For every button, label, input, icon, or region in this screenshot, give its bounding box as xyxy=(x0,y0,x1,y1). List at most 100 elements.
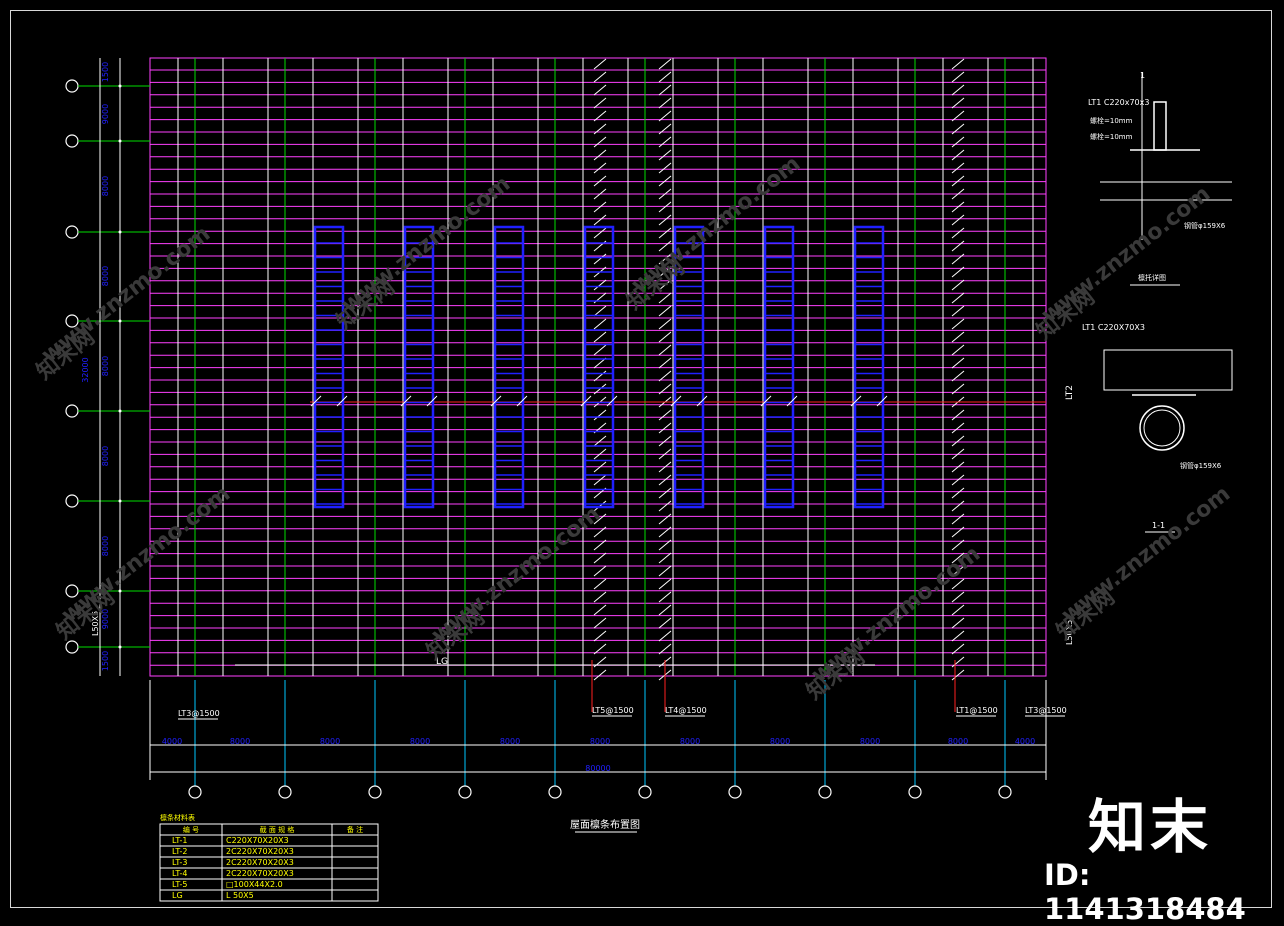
tie-hatch xyxy=(593,578,607,590)
schedule-table: 檩条材料表编 号 截 面 规 格 备 注 LT-1 C220X70X20X3 LT-2 2C… xyxy=(159,813,379,902)
axis-bubble-bottom xyxy=(368,785,382,799)
tie-hatch xyxy=(951,58,965,70)
schedule-cell: □100X44X2.0 xyxy=(226,880,283,889)
left-dim-text: 8000 xyxy=(101,356,110,376)
bottom-dim-text: 8000 xyxy=(860,737,880,746)
left-dim-text: 1500 xyxy=(101,62,110,82)
schedule-cell: LT-5 xyxy=(172,880,187,889)
detail2-purlin xyxy=(1103,349,1233,391)
tie-hatch xyxy=(951,617,965,629)
tie-hatch xyxy=(658,227,672,239)
tie-hatch xyxy=(658,136,672,148)
plan-outline xyxy=(149,57,1047,677)
tie-hatch xyxy=(658,214,672,226)
schedule-cell: C220X70X20X3 xyxy=(226,836,289,845)
schedule-cell: 2C220X70X20X3 xyxy=(226,858,294,867)
tie-hatch xyxy=(658,500,672,512)
tie-hatch xyxy=(593,162,607,174)
tie-hatch xyxy=(951,162,965,174)
tie-hatch xyxy=(951,214,965,226)
tie-hatch xyxy=(658,617,672,629)
tie-hatch xyxy=(951,292,965,304)
detail1-section-mark: 1 xyxy=(1140,71,1145,80)
purlin-callout: LT4@1500 xyxy=(665,706,707,715)
tie-hatch xyxy=(951,591,965,603)
tie-hatch xyxy=(658,305,672,317)
tie-hatch xyxy=(593,552,607,564)
schedule-cell: LT-2 xyxy=(172,847,187,856)
bottom-dim-text: 8000 xyxy=(410,737,430,746)
tie-hatch xyxy=(951,474,965,486)
tie-hatch xyxy=(593,344,607,356)
tie-hatch xyxy=(658,435,672,447)
axis-bubble-bottom xyxy=(818,785,832,799)
tie-hatch xyxy=(658,565,672,577)
bottom-dim-text: 4000 xyxy=(1015,737,1035,746)
tie-hatch xyxy=(951,487,965,499)
axis-bubble-left xyxy=(65,225,79,239)
axis-bubble-bottom xyxy=(458,785,472,799)
detail2-pipe-inner xyxy=(1143,409,1181,447)
tie-hatch xyxy=(951,435,965,447)
axis-bubble-bottom xyxy=(548,785,562,799)
tie-hatch xyxy=(951,201,965,213)
axis-bubble-bottom xyxy=(188,785,202,799)
tie-hatch xyxy=(951,240,965,252)
tie-hatch xyxy=(658,97,672,109)
tie-hatch xyxy=(658,318,672,330)
tie-hatch xyxy=(951,513,965,525)
left-dim-text: 8000 xyxy=(101,266,110,286)
tie-hatch xyxy=(593,409,607,421)
bottom-dim-text: 8000 xyxy=(948,737,968,746)
tie-hatch xyxy=(593,136,607,148)
detail2-pipe-label: 钢管φ159X6 xyxy=(1180,461,1222,470)
detail1-label: LT1 C220x70x3 xyxy=(1088,98,1149,107)
tie-hatch xyxy=(658,578,672,590)
tie-hatch xyxy=(951,669,965,681)
schedule-cell: 2C220X70X20X3 xyxy=(226,847,294,856)
plan-title: 屋面檩条布置图 xyxy=(570,818,640,831)
axis-bubble-bottom xyxy=(998,785,1012,799)
tie-hatch xyxy=(658,175,672,187)
tie-hatch xyxy=(658,71,672,83)
tie-hatch xyxy=(593,84,607,96)
tie-hatch xyxy=(951,318,965,330)
schedule-header: 截 面 规 格 xyxy=(260,825,295,834)
bottom-dim-text: 8000 xyxy=(230,737,250,746)
tie-hatch xyxy=(658,422,672,434)
tie-hatch xyxy=(951,97,965,109)
tie-hatch xyxy=(593,474,607,486)
brace-frame xyxy=(493,225,525,509)
brace-frame xyxy=(313,225,345,509)
detail1-caption: 檩托详图 xyxy=(1138,273,1166,282)
tie-hatch xyxy=(593,669,607,681)
tie-hatch xyxy=(593,591,607,603)
tie-hatch xyxy=(658,409,672,421)
detail1-note: 螺栓=10mm xyxy=(1090,116,1133,125)
tie-hatch xyxy=(658,630,672,642)
tie-hatch xyxy=(951,305,965,317)
tie-hatch xyxy=(593,227,607,239)
bottom-dim-text: 8000 xyxy=(680,737,700,746)
tie-hatch xyxy=(951,357,965,369)
detail1-channel xyxy=(1153,101,1167,151)
tie-hatch xyxy=(658,552,672,564)
tie-hatch xyxy=(658,474,672,486)
tie-hatch xyxy=(951,500,965,512)
tie-hatch xyxy=(593,97,607,109)
tie-hatch xyxy=(593,58,607,70)
tie-hatch xyxy=(593,318,607,330)
bottom-dim-text: 8000 xyxy=(500,737,520,746)
tie-hatch xyxy=(951,84,965,96)
tie-hatch xyxy=(658,331,672,343)
tie-hatch xyxy=(593,201,607,213)
brace-frame xyxy=(853,225,885,509)
tie-hatch xyxy=(593,331,607,343)
tie-hatch xyxy=(658,162,672,174)
tie-hatch xyxy=(593,175,607,187)
tie-hatch xyxy=(658,201,672,213)
bottom-total-text: 80000 xyxy=(585,764,610,773)
dimension-group: 1500900080008000800080008000900015003200… xyxy=(65,58,1074,833)
tie-hatch xyxy=(658,149,672,161)
left-total-dim: 32000 xyxy=(81,357,90,382)
